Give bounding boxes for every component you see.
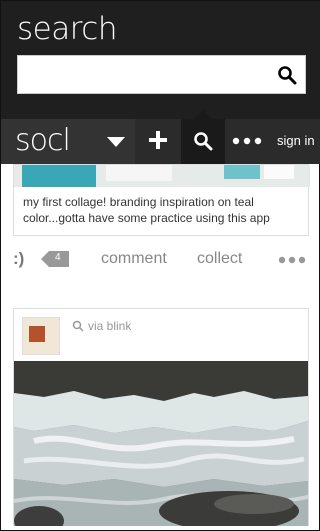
post-actions: :) 4 comment collect bbox=[1, 245, 320, 273]
post-card[interactable]: my first collage! branding inspiration o… bbox=[13, 164, 310, 236]
more-icon[interactable] bbox=[231, 135, 263, 147]
logo-segment[interactable]: socl bbox=[1, 119, 135, 164]
chevron-down-icon[interactable] bbox=[105, 135, 127, 149]
collage-image[interactable] bbox=[14, 165, 310, 187]
post-caption: my first collage! branding inspiration o… bbox=[23, 195, 270, 225]
socl-logo[interactable]: socl bbox=[15, 123, 71, 158]
smiley-button[interactable]: :) bbox=[13, 249, 24, 269]
river-photo[interactable] bbox=[14, 361, 308, 526]
add-icon[interactable] bbox=[147, 129, 169, 151]
search-indicator-notch bbox=[193, 110, 213, 120]
via-label: via blink bbox=[88, 319, 132, 333]
sign-in-link[interactable]: sign in bbox=[277, 133, 315, 148]
search-panel: search bbox=[1, 1, 320, 119]
comment-button[interactable]: comment bbox=[101, 250, 167, 268]
via-icon bbox=[72, 320, 84, 332]
search-input[interactable] bbox=[18, 56, 268, 93]
navbar: socl sign in bbox=[1, 110, 320, 164]
post-card[interactable]: via blink bbox=[13, 308, 309, 526]
avatar-image bbox=[29, 326, 45, 342]
more-icon[interactable] bbox=[277, 255, 307, 265]
nav-search-button[interactable] bbox=[181, 119, 225, 164]
avatar[interactable] bbox=[22, 317, 60, 355]
collect-button[interactable]: collect bbox=[197, 250, 242, 268]
search-icon bbox=[194, 132, 213, 151]
search-box[interactable] bbox=[17, 55, 306, 94]
search-title: search bbox=[17, 11, 117, 47]
search-icon[interactable] bbox=[277, 65, 297, 85]
like-count: 4 bbox=[55, 252, 61, 263]
